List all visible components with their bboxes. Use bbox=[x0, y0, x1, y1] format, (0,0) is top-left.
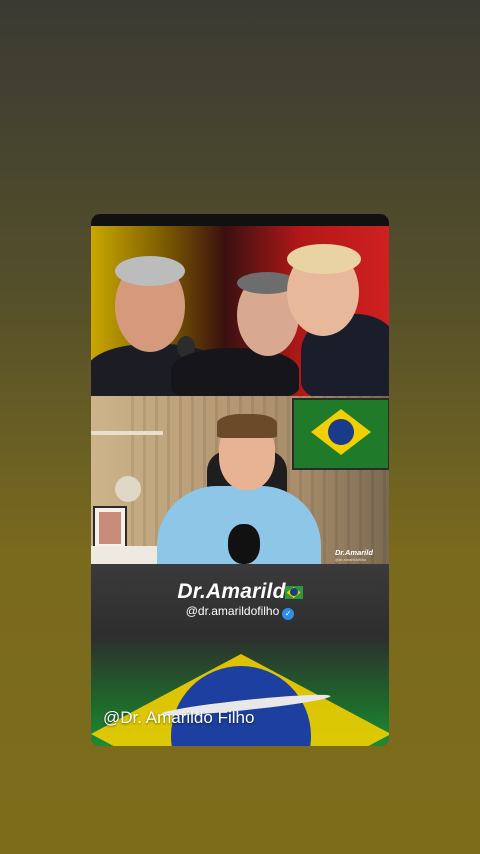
handle-row[interactable]: @dr.amarildofilho ✓ bbox=[91, 604, 389, 620]
person-left-hair bbox=[115, 256, 185, 286]
desk-globe bbox=[115, 476, 141, 502]
photo-frame-picture bbox=[99, 512, 121, 544]
brazil-flag-graphic bbox=[91, 654, 389, 746]
person-center bbox=[171, 348, 299, 398]
watermark-handle: @dr.amarildofilho bbox=[335, 557, 367, 562]
brazil-flag-icon bbox=[284, 586, 303, 599]
brand-logo: Dr.Amarild bbox=[91, 580, 389, 604]
account-handle[interactable]: @dr.amarildofilho bbox=[186, 604, 280, 618]
person-right-hair bbox=[287, 244, 361, 274]
verified-check-icon: ✓ bbox=[282, 608, 295, 620]
speaker-hair bbox=[217, 414, 277, 438]
mention-caption[interactable]: @Dr. Amarildo Filho bbox=[103, 708, 254, 728]
story-card[interactable]: Dr.Amarild @dr.amarildofilho Dr.Amarild … bbox=[91, 214, 389, 746]
video-frame[interactable]: Dr.Amarild @dr.amarildofilho bbox=[91, 396, 389, 566]
brand-name: Dr.Amarild bbox=[177, 580, 286, 603]
branding-panel: Dr.Amarild @dr.amarildofilho ✓ @Dr. Amari… bbox=[91, 564, 389, 746]
microphone bbox=[228, 524, 260, 564]
wall-flag bbox=[292, 398, 389, 470]
watermark-name: Dr.Amarild bbox=[335, 548, 373, 557]
photo-top-bar bbox=[91, 214, 389, 226]
video-watermark: Dr.Amarild @dr.amarildofilho bbox=[335, 548, 373, 562]
wall-flag-globe bbox=[328, 419, 354, 445]
news-photo bbox=[91, 214, 389, 404]
shelf bbox=[91, 431, 163, 435]
photo-frame bbox=[93, 506, 127, 550]
